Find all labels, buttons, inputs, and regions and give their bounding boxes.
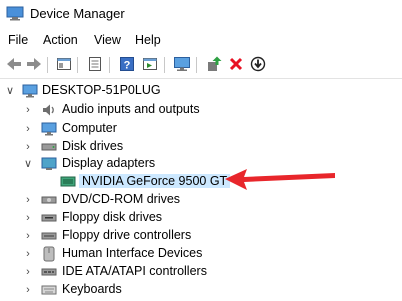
chevron-right-icon[interactable]: › bbox=[23, 284, 33, 296]
tree-item-selected[interactable]: NVIDIA GeForce 9500 GT bbox=[0, 173, 402, 191]
chevron-right-icon[interactable]: › bbox=[23, 194, 33, 206]
tree-item[interactable]: › DVD/CD-ROM drives bbox=[0, 191, 402, 209]
computer-icon bbox=[22, 84, 38, 98]
device-manager-icon bbox=[6, 6, 24, 21]
toolbar: ? bbox=[0, 52, 402, 79]
tree-item-label: Floppy disk drives bbox=[62, 210, 163, 224]
dvd-icon bbox=[41, 196, 57, 204]
menu-action[interactable]: Action bbox=[43, 33, 78, 47]
tree-item-label: Display adapters bbox=[62, 156, 156, 170]
menu-bar: File Action View Help bbox=[0, 30, 402, 51]
window-title: Device Manager bbox=[30, 6, 125, 21]
tree-item[interactable]: › Floppy drive controllers bbox=[0, 227, 402, 245]
forward-icon[interactable] bbox=[25, 55, 43, 73]
toolbar-separator bbox=[164, 57, 165, 73]
chevron-right-icon[interactable]: › bbox=[23, 141, 33, 153]
tree-item[interactable]: › Keyboards bbox=[0, 281, 402, 299]
chevron-right-icon[interactable]: › bbox=[23, 104, 33, 116]
console-icon[interactable] bbox=[141, 55, 159, 73]
floppy-icon bbox=[41, 214, 57, 222]
device-tree: ∨ DESKTOP-51P0LUG › Audio inputs and out… bbox=[0, 80, 402, 301]
uninstall-icon[interactable] bbox=[227, 55, 245, 73]
properties-icon[interactable] bbox=[55, 55, 73, 73]
toolbar-separator bbox=[47, 57, 48, 73]
pointer-arrow-icon bbox=[225, 169, 335, 190]
chevron-right-icon[interactable]: › bbox=[23, 230, 33, 242]
tree-item-label: Human Interface Devices bbox=[62, 246, 203, 260]
menu-view[interactable]: View bbox=[94, 33, 121, 47]
back-icon[interactable] bbox=[5, 55, 23, 73]
tree-item[interactable]: › IDE ATA/ATAPI controllers bbox=[0, 263, 402, 281]
tree-item-label: Floppy drive controllers bbox=[62, 228, 192, 242]
tree-item[interactable]: › Audio inputs and outputs bbox=[0, 101, 402, 119]
speaker-icon bbox=[43, 104, 54, 116]
root-label: DESKTOP-51P0LUG bbox=[42, 83, 161, 97]
chevron-right-icon[interactable]: › bbox=[23, 266, 33, 278]
tree-item-label: Keyboards bbox=[62, 282, 122, 296]
tree-item[interactable]: › Computer bbox=[0, 120, 402, 138]
disable-icon[interactable] bbox=[249, 55, 267, 73]
tree-item[interactable]: ∨ Display adapters bbox=[0, 155, 402, 173]
scan-hardware-icon[interactable] bbox=[173, 55, 191, 73]
help-icon[interactable]: ? bbox=[118, 55, 136, 73]
title-bar: Device Manager bbox=[0, 0, 402, 29]
tree-item-label: Computer bbox=[62, 121, 117, 135]
toolbar-separator bbox=[109, 57, 110, 73]
toolbar-separator bbox=[196, 57, 197, 73]
add-driver-icon[interactable] bbox=[205, 55, 223, 73]
tree-item[interactable]: › Floppy disk drives bbox=[0, 209, 402, 227]
computer-icon bbox=[41, 122, 57, 136]
hid-icon bbox=[43, 246, 55, 262]
toolbar-separator bbox=[77, 57, 78, 73]
tree-item-label: Audio inputs and outputs bbox=[62, 102, 200, 116]
update-view-icon[interactable] bbox=[86, 55, 104, 73]
svg-text:?: ? bbox=[124, 60, 131, 72]
tree-item-label: NVIDIA GeForce 9500 GT bbox=[79, 174, 231, 188]
chevron-right-icon[interactable]: › bbox=[23, 212, 33, 224]
display-adapter-icon bbox=[41, 157, 57, 170]
chevron-right-icon[interactable]: › bbox=[23, 123, 33, 135]
tree-item-label: Disk drives bbox=[62, 139, 124, 153]
chevron-down-icon[interactable]: ∨ bbox=[23, 158, 33, 170]
floppy-controller-icon bbox=[41, 232, 57, 240]
tree-root[interactable]: ∨ DESKTOP-51P0LUG bbox=[0, 82, 402, 100]
keyboard-icon bbox=[41, 285, 57, 295]
ide-controller-icon bbox=[41, 268, 57, 276]
menu-help[interactable]: Help bbox=[135, 33, 161, 47]
gpu-icon bbox=[60, 176, 76, 187]
tree-item[interactable]: › Disk drives bbox=[0, 138, 402, 156]
tree-item-label: IDE ATA/ATAPI controllers bbox=[62, 264, 207, 278]
tree-item[interactable]: › Human Interface Devices bbox=[0, 245, 402, 263]
chevron-right-icon[interactable]: › bbox=[23, 248, 33, 260]
menu-file[interactable]: File bbox=[8, 33, 28, 47]
disk-drive-icon bbox=[41, 143, 57, 151]
tree-item-label: DVD/CD-ROM drives bbox=[62, 192, 181, 206]
chevron-down-icon[interactable]: ∨ bbox=[5, 85, 15, 97]
